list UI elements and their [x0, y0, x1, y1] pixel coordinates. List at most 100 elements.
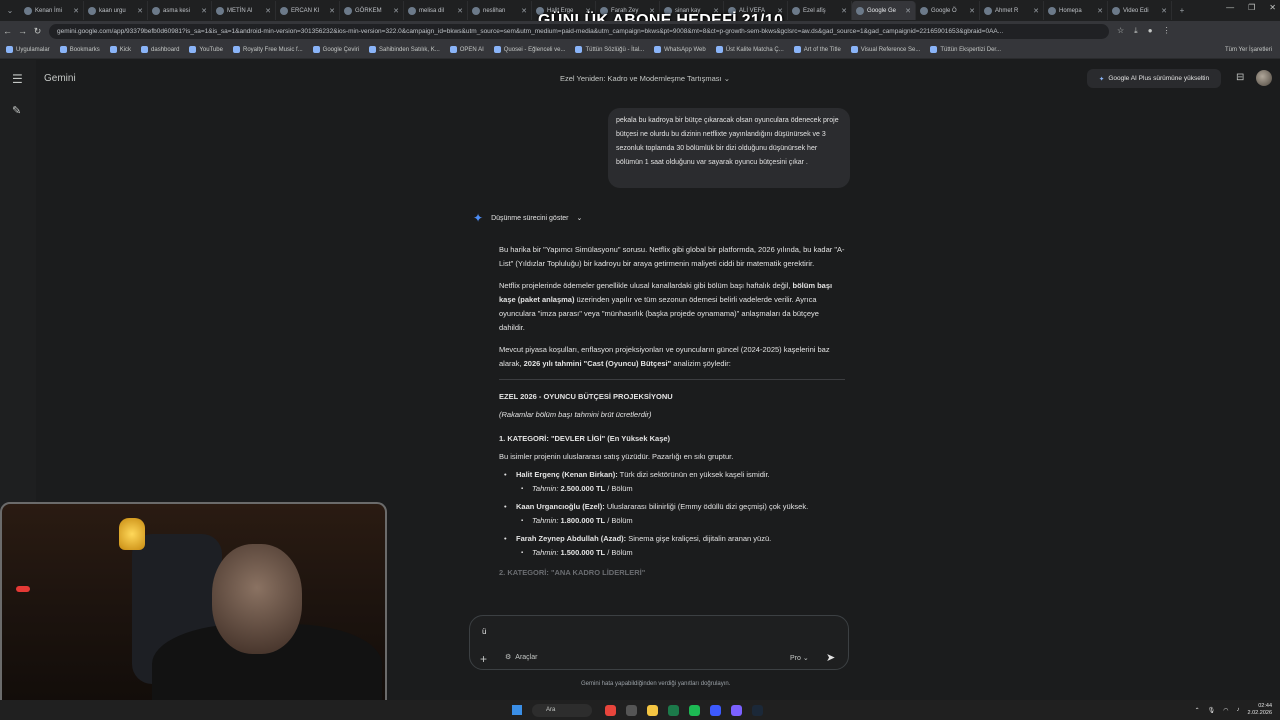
- back-icon[interactable]: ←: [0, 26, 15, 36]
- bookmark-item[interactable]: Uygulamalar: [6, 46, 50, 53]
- close-tab-icon[interactable]: ✕: [1097, 7, 1103, 15]
- bookmark-item[interactable]: Visual Reference Se...: [850, 46, 920, 53]
- tools-button[interactable]: ⚙ Araçlar: [505, 653, 537, 662]
- close-tab-icon[interactable]: ✕: [969, 7, 975, 15]
- browser-tab[interactable]: Ezel afiş ✕: [788, 1, 852, 20]
- prompt-input-box[interactable]: ü + ⚙ Araçlar Pro ⌄ ➤: [469, 615, 849, 670]
- bookmark-item[interactable]: YouTube: [189, 46, 223, 53]
- bookmark-item[interactable]: Quosei - Eğlenceli ve...: [493, 46, 565, 53]
- apps-icon[interactable]: ⊟: [1236, 72, 1244, 83]
- clock[interactable]: 02:44 2.02.2026: [1248, 703, 1272, 717]
- new-tab-button[interactable]: +: [1172, 6, 1192, 15]
- bookmark-item[interactable]: Tüttün Sözlüğü - İtal...: [575, 46, 644, 53]
- bookmark-label: Tüttün Ekspertizi Der...: [940, 46, 1002, 53]
- close-tab-icon[interactable]: ✕: [905, 7, 911, 15]
- bookmark-item[interactable]: Google Çeviri: [312, 46, 360, 53]
- close-tab-icon[interactable]: ✕: [201, 7, 207, 15]
- browser-tab[interactable]: GÖRKEM ✕: [340, 1, 404, 20]
- close-tab-icon[interactable]: ✕: [393, 7, 399, 15]
- actor-estimate: Tahmin: 1.800.000 TL / Bölüm: [499, 514, 845, 528]
- browser-tab[interactable]: kaan urgu ✕: [84, 1, 148, 20]
- browser-tab[interactable]: Google Ö ✕: [916, 1, 980, 20]
- send-icon[interactable]: ➤: [826, 651, 835, 664]
- download-icon[interactable]: ⤓: [1134, 26, 1138, 36]
- browser-tab[interactable]: neslihan ✕: [468, 1, 532, 20]
- bookmark-label: Google Çeviri: [322, 46, 360, 53]
- obs-icon[interactable]: [731, 704, 742, 716]
- upgrade-button[interactable]: ✦ Google AI Plus sürümüne yükseltin: [1087, 69, 1221, 88]
- all-bookmarks-link[interactable]: Tüm Yer İşaretleri: [1225, 47, 1272, 53]
- browser-tab[interactable]: Video Edi ✕: [1108, 1, 1172, 20]
- close-tab-icon[interactable]: ✕: [841, 7, 847, 15]
- bookmarks-bar: Uygulamalar Bookmarks Kick dashboard YouTube…: [0, 41, 1280, 59]
- browser-menu-icon[interactable]: ⋮: [1163, 26, 1171, 36]
- close-tab-icon[interactable]: ✕: [521, 7, 527, 15]
- volume-icon[interactable]: ♪: [1237, 707, 1240, 713]
- bookmark-item[interactable]: Royalty Free Music f...: [232, 46, 303, 53]
- minimize-icon[interactable]: —: [1226, 3, 1234, 12]
- bookmark-favicon-icon: [109, 46, 117, 53]
- browser-tab[interactable]: melisa dil ✕: [404, 1, 468, 20]
- close-tab-icon[interactable]: ✕: [457, 7, 463, 15]
- spotify-icon[interactable]: [689, 704, 700, 716]
- browser-tab[interactable]: Homepa ✕: [1044, 1, 1108, 20]
- browser-tab[interactable]: Kenan İmi ✕: [20, 1, 84, 20]
- close-tab-icon[interactable]: ✕: [1033, 7, 1039, 15]
- close-tab-icon[interactable]: ✕: [137, 7, 143, 15]
- conversation-title[interactable]: Ezel Yeniden: Kadro ve Modernleşme Tartı…: [560, 74, 730, 83]
- category-heading: 2. KATEGORİ: "ANA KADRO LİDERLERİ": [499, 568, 646, 577]
- bookmark-item[interactable]: Üst Kalite Matcha Ç...: [715, 46, 784, 53]
- clock-date: 2.02.2026: [1247, 710, 1272, 716]
- profile-icon[interactable]: ●: [1148, 26, 1153, 36]
- chevron-up-icon[interactable]: ⌃: [1195, 707, 1200, 714]
- browser-tab[interactable]: Ahmet R ✕: [980, 1, 1044, 20]
- browser-tab[interactable]: asma kesi ✕: [148, 1, 212, 20]
- avatar[interactable]: [1256, 70, 1272, 86]
- mic-icon[interactable]: 🎙: [1208, 707, 1216, 714]
- chrome-icon[interactable]: [605, 704, 616, 716]
- close-tab-icon[interactable]: ✕: [1161, 7, 1167, 15]
- steam-icon[interactable]: [752, 704, 763, 716]
- forward-icon[interactable]: →: [15, 26, 30, 36]
- show-thinking-toggle[interactable]: ✦ Düşünme sürecini göster ⌄: [473, 211, 582, 225]
- chevron-down-icon: ⌄: [802, 655, 809, 662]
- close-tab-icon[interactable]: ✕: [329, 7, 335, 15]
- browser-tab[interactable]: Google Ge ✕: [852, 1, 916, 20]
- browser-tab[interactable]: ERCAN KI ✕: [276, 1, 340, 20]
- address-bar[interactable]: gemini.google.com/app/93379befb0d60981?i…: [49, 23, 1109, 39]
- tab-search-icon[interactable]: ⌄: [0, 6, 20, 15]
- model-selector[interactable]: Pro ⌄: [790, 654, 809, 662]
- bookmark-item[interactable]: Sahibinden Satılık, K...: [369, 46, 440, 53]
- bookmark-label: Kick: [119, 46, 132, 53]
- maximize-icon[interactable]: ❐: [1248, 3, 1255, 12]
- hamburger-menu-icon[interactable]: ☰: [12, 72, 23, 86]
- add-attachment-button[interactable]: +: [480, 652, 487, 666]
- reload-icon[interactable]: ↻: [30, 26, 45, 37]
- bookmark-item[interactable]: Art of the Title: [793, 46, 841, 53]
- tab-label: GÖRKEM: [355, 7, 382, 14]
- taskbar-search[interactable]: Ara: [532, 703, 592, 717]
- close-tab-icon[interactable]: ✕: [73, 7, 79, 15]
- bookmark-item[interactable]: Tüttün Ekspertizi Der...: [930, 46, 1001, 53]
- wifi-icon[interactable]: ◠: [1223, 707, 1228, 714]
- bookmark-item[interactable]: Kick: [109, 46, 132, 53]
- favicon-icon: [280, 6, 288, 15]
- bookmark-star-icon[interactable]: ☆: [1117, 26, 1124, 36]
- bookmark-item[interactable]: Bookmarks: [59, 46, 100, 53]
- app-icon[interactable]: [626, 704, 637, 716]
- actor-name: Halit Ergenç (Kenan Birkan):: [516, 470, 618, 479]
- folder-icon[interactable]: [647, 704, 658, 716]
- close-tab-icon[interactable]: ✕: [265, 7, 271, 15]
- prompt-input[interactable]: ü: [482, 627, 486, 636]
- close-window-icon[interactable]: ✕: [1269, 3, 1276, 12]
- app-icon[interactable]: [710, 704, 721, 716]
- new-chat-icon[interactable]: ✎: [12, 104, 21, 117]
- app-icon[interactable]: [668, 704, 679, 716]
- browser-tab[interactable]: METİN Al ✕: [212, 1, 276, 20]
- favicon-icon: [152, 6, 160, 15]
- bookmark-item[interactable]: dashboard: [141, 46, 179, 53]
- windows-start-icon[interactable]: [512, 705, 522, 715]
- actor-desc: Uluslararası bilinirliği (Emmy ödüllü di…: [604, 502, 809, 511]
- bookmark-item[interactable]: OPEN AI: [449, 46, 484, 53]
- bookmark-item[interactable]: WhatsApp Web: [654, 46, 706, 53]
